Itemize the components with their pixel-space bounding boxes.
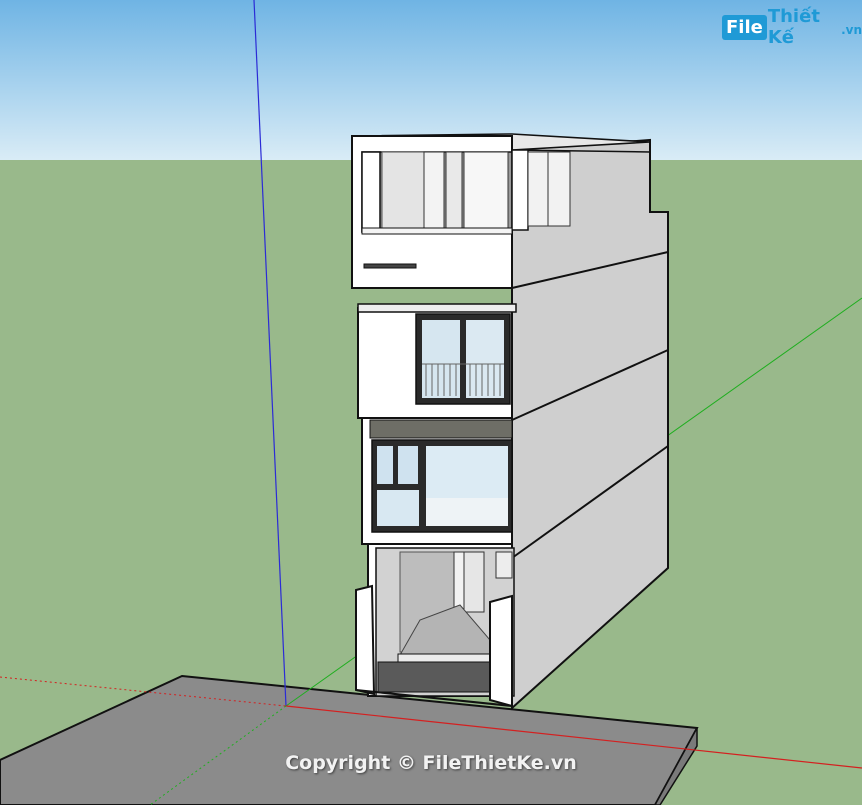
ground-floor-column-2 [463, 551, 485, 613]
third-floor-canopy [357, 303, 517, 313]
logo-rest-text: Thiết Kế [767, 6, 820, 48]
terrace-back-wall [381, 151, 425, 229]
sketchup-scene [0, 0, 862, 805]
ground-floor-left-pillar [355, 584, 376, 696]
second-floor-window-small-3 [377, 490, 419, 526]
second-floor-band [369, 419, 513, 439]
ground-floor-dark-floor [377, 661, 491, 693]
second-floor-window-small-2 [398, 446, 418, 484]
third-floor-window-glass-left [422, 320, 460, 398]
copyright-watermark: Copyright © FileThietKe.vn [285, 752, 577, 774]
wall-lamp [363, 263, 417, 269]
logo-box-text: File [722, 14, 767, 40]
ground-floor-step [397, 653, 491, 663]
ground-floor-right-pillar [489, 594, 513, 708]
ground-floor-column-3 [495, 551, 513, 579]
second-floor-window-small-1 [377, 446, 393, 484]
logo-suffix-text: .vn [841, 23, 862, 37]
ground-floor-column-1 [453, 551, 465, 611]
second-floor-interior-floor [426, 498, 508, 526]
terrace-right-opening [527, 151, 571, 227]
terrace-sill [361, 227, 513, 235]
terrace-left-post [361, 151, 381, 233]
terrace-door-2 [445, 151, 463, 231]
terrace-right-post [511, 149, 529, 231]
terrace-door-1 [423, 151, 445, 231]
terrace-door-3 [463, 151, 509, 231]
brand-logo: File Thiết Kế .vn [722, 6, 862, 48]
third-floor-window-glass-right [466, 320, 504, 398]
